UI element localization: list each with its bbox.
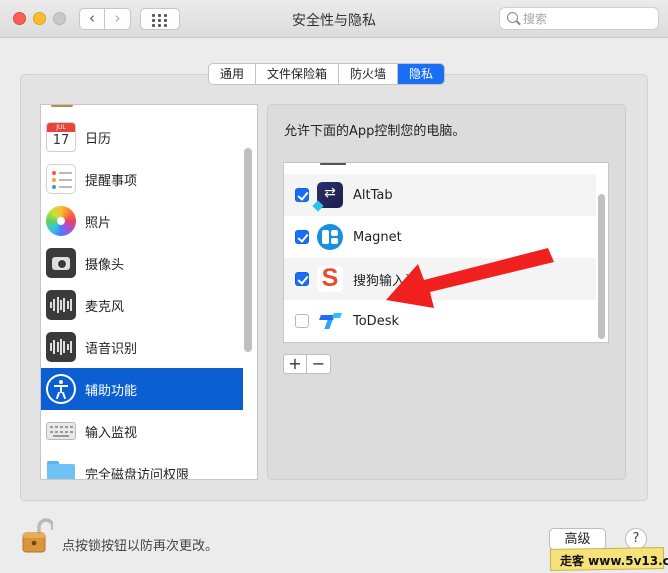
sidebar-item-speech-recognition[interactable]: 语音识别 bbox=[41, 326, 243, 368]
sidebar-item-label: 提醒事项 bbox=[85, 173, 138, 189]
app-name: AltTab bbox=[353, 187, 393, 203]
list-item[interactable]: 搜狗输入法 bbox=[284, 258, 596, 300]
tab-general[interactable]: 通用 bbox=[209, 64, 257, 84]
watermark: 走客 www.5v13.com bbox=[542, 544, 668, 573]
sidebar-item-label: 输入监视 bbox=[85, 425, 138, 441]
sidebar-item-label: 摄像头 bbox=[85, 257, 125, 273]
magnet-icon bbox=[317, 224, 343, 250]
sidebar-item-photos[interactable]: 照片 bbox=[41, 200, 243, 242]
sidebar-item-full-disk-access[interactable]: 完全磁盘访问权限 bbox=[41, 452, 243, 480]
sidebar-item-accessibility[interactable]: 辅助功能 bbox=[41, 368, 243, 410]
alttab-icon bbox=[317, 182, 343, 208]
camera-icon bbox=[46, 248, 76, 278]
lock-hint-text: 点按锁按钮以防再次更改。 bbox=[62, 539, 219, 554]
tab-filevault[interactable]: 文件保险箱 bbox=[256, 64, 340, 84]
keyboard-icon bbox=[46, 422, 76, 440]
list-item-partial bbox=[284, 163, 596, 165]
sidebar-item-input-monitoring[interactable]: 输入监视 bbox=[41, 410, 243, 452]
calendar-icon-day: 17 bbox=[52, 133, 70, 148]
reminders-icon bbox=[46, 164, 76, 194]
photos-icon bbox=[46, 206, 76, 236]
app-list-scrollbar[interactable] bbox=[598, 194, 605, 339]
speech-recognition-icon bbox=[46, 332, 76, 362]
sidebar-item-calendar[interactable]: JUL 17 日历 bbox=[41, 116, 243, 158]
sidebar-item-camera[interactable]: 摄像头 bbox=[41, 242, 243, 284]
app-name: Magnet bbox=[353, 229, 402, 245]
microphone-icon bbox=[46, 290, 76, 320]
sidebar-item-reminders[interactable]: 提醒事项 bbox=[41, 158, 243, 200]
calendar-icon: JUL 17 bbox=[46, 122, 76, 152]
accessibility-icon bbox=[46, 374, 76, 404]
list-item[interactable]: ToDesk bbox=[284, 300, 596, 342]
magnet-checkbox[interactable] bbox=[295, 230, 309, 244]
list-item-partial bbox=[41, 105, 243, 107]
alttab-checkbox[interactable] bbox=[295, 188, 309, 202]
list-item[interactable]: Magnet bbox=[284, 216, 596, 258]
sidebar-item-label: 日历 bbox=[85, 131, 112, 147]
sidebar-item-label: 麦克风 bbox=[85, 299, 125, 315]
sidebar-item-label: 语音识别 bbox=[85, 341, 138, 357]
watermark-text: 走客 www.5v13.com bbox=[560, 554, 668, 568]
search-input[interactable] bbox=[523, 10, 653, 27]
search-icon bbox=[507, 12, 518, 23]
app-name: ToDesk bbox=[353, 313, 399, 329]
sidebar-scrollbar[interactable] bbox=[244, 148, 252, 352]
sogou-checkbox[interactable] bbox=[295, 272, 309, 286]
lock-icon[interactable] bbox=[19, 517, 53, 555]
sogou-icon bbox=[317, 264, 343, 293]
sidebar-item-label: 照片 bbox=[85, 215, 112, 231]
todesk-checkbox[interactable] bbox=[295, 314, 309, 328]
remove-app-button[interactable]: − bbox=[307, 355, 330, 373]
apps-description: 允许下面的App控制您的电脑。 bbox=[284, 124, 466, 139]
calendar-icon-month: JUL bbox=[47, 123, 75, 132]
add-app-button[interactable]: + bbox=[284, 355, 307, 373]
sidebar-item-label: 完全磁盘访问权限 bbox=[85, 467, 190, 480]
tab-privacy[interactable]: 隐私 bbox=[398, 64, 445, 84]
tab-bar: 通用 文件保险箱 防火墙 隐私 bbox=[208, 63, 446, 85]
todesk-icon bbox=[317, 308, 343, 334]
sidebar-item-label: 辅助功能 bbox=[85, 383, 138, 399]
title-bar: ‹ › 安全性与隐私 bbox=[0, 0, 668, 38]
folder-icon bbox=[46, 458, 76, 479]
privacy-category-list[interactable]: JUL 17 日历 提醒事项 照片 摄像头 麦克风 语音识别 辅助功能 输入监视… bbox=[40, 104, 258, 480]
search-box[interactable] bbox=[499, 7, 659, 30]
contacts-icon bbox=[51, 105, 73, 107]
app-list[interactable]: AltTab Magnet 搜狗输入法 ToDesk bbox=[283, 162, 609, 343]
sidebar-item-microphone[interactable]: 麦克风 bbox=[41, 284, 243, 326]
add-remove-control: + − bbox=[283, 354, 331, 374]
app-name: 搜狗输入法 bbox=[353, 273, 419, 289]
tab-firewall[interactable]: 防火墙 bbox=[339, 64, 399, 84]
list-item[interactable]: AltTab bbox=[284, 174, 596, 216]
